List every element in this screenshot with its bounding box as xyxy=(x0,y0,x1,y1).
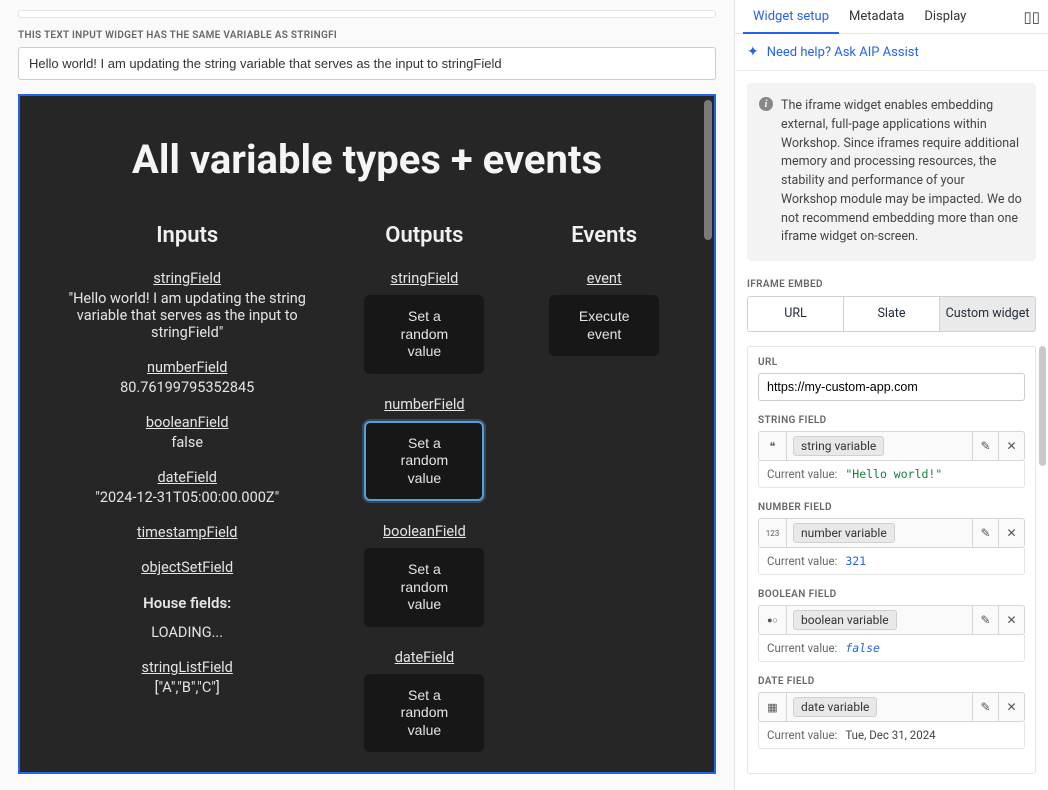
url-label: URL xyxy=(758,357,1025,368)
boolean-type-icon: ●○ xyxy=(759,606,787,634)
boolean-variable-chip[interactable]: boolean variable xyxy=(793,610,897,630)
collapsed-widget-bar xyxy=(18,10,716,18)
main-canvas: THIS TEXT INPUT WIDGET HAS THE SAME VARI… xyxy=(0,0,734,790)
edit-string-variable-button[interactable]: ✎ xyxy=(972,432,998,460)
input-stringlistfield: stringListField ["A","B","C"] xyxy=(56,659,318,696)
set-random-date-button[interactable]: Set a random value xyxy=(364,674,484,753)
date-variable-chip[interactable]: date variable xyxy=(793,697,877,717)
panel-body: i The iframe widget enables embedding ex… xyxy=(735,71,1048,790)
tab-display[interactable]: Display xyxy=(914,1,976,32)
docs-icon[interactable]: ▯▯ xyxy=(1023,8,1040,26)
output-booleanfield: booleanField Set a random value xyxy=(342,523,506,627)
input-booleanfield: booleanField false xyxy=(56,414,318,451)
outputs-column: Outputs stringField Set a random value n… xyxy=(342,223,506,772)
input-objectsetfield: objectSetField xyxy=(56,559,318,576)
number-type-icon: 123 xyxy=(759,519,787,547)
set-random-number-button[interactable]: Set a random value xyxy=(364,421,484,502)
boolean-current-value: Current value: false xyxy=(758,635,1025,662)
iframe-widget[interactable]: All variable types + events Inputs strin… xyxy=(18,94,716,774)
set-random-boolean-button[interactable]: Set a random value xyxy=(364,548,484,627)
boolean-variable-row: ●○ boolean variable ✎ ✕ xyxy=(758,605,1025,635)
iframe-scrollbar[interactable] xyxy=(704,100,712,240)
outputs-heading: Outputs xyxy=(342,223,506,248)
date-field-header: DATE FIELD xyxy=(758,676,1025,687)
input-stringfield: stringField "Hello world! I am updating … xyxy=(56,270,318,341)
edit-date-variable-button[interactable]: ✎ xyxy=(972,693,998,721)
date-type-icon: ▦ xyxy=(759,693,787,721)
aip-assist-link[interactable]: ✦ Need help? Ask AIP Assist xyxy=(735,34,1048,71)
aip-assist-label: Need help? Ask AIP Assist xyxy=(767,45,919,60)
set-random-string-button[interactable]: Set a random value xyxy=(364,295,484,374)
embed-tab-custom[interactable]: Custom widget xyxy=(940,297,1035,331)
edit-boolean-variable-button[interactable]: ✎ xyxy=(972,606,998,634)
number-variable-chip[interactable]: number variable xyxy=(793,523,895,543)
clear-boolean-variable-button[interactable]: ✕ xyxy=(998,606,1024,634)
house-loading: LOADING... xyxy=(56,624,318,641)
tab-metadata[interactable]: Metadata xyxy=(839,1,914,32)
url-input[interactable] xyxy=(758,373,1025,401)
date-variable-row: ▦ date variable ✎ ✕ xyxy=(758,692,1025,722)
info-icon: i xyxy=(759,97,773,111)
iframe-embed-header: IFRAME EMBED xyxy=(747,279,1036,290)
output-stringfield: stringField Set a random value xyxy=(342,270,506,374)
events-column: Events event Execute event xyxy=(530,223,678,772)
events-heading: Events xyxy=(530,223,678,248)
string-variable-row: ❝ string variable ✎ ✕ xyxy=(758,431,1025,461)
config-panel: URL STRING FIELD ❝ string variable ✎ ✕ C… xyxy=(747,346,1036,774)
number-variable-row: 123 number variable ✎ ✕ xyxy=(758,518,1025,548)
iframe-content: All variable types + events Inputs strin… xyxy=(20,96,714,772)
input-numberfield: numberField 80.76199795352845 xyxy=(56,359,318,396)
iframe-info-callout: i The iframe widget enables embedding ex… xyxy=(747,83,1036,261)
string-current-value: Current value: "Hello world!" xyxy=(758,461,1025,488)
config-scrollbar[interactable] xyxy=(1039,346,1046,466)
number-field-header: NUMBER FIELD xyxy=(758,502,1025,513)
clear-date-variable-button[interactable]: ✕ xyxy=(998,693,1024,721)
edit-number-variable-button[interactable]: ✎ xyxy=(972,519,998,547)
text-widget-label: THIS TEXT INPUT WIDGET HAS THE SAME VARI… xyxy=(18,30,716,41)
string-field-header: STRING FIELD xyxy=(758,415,1025,426)
clear-string-variable-button[interactable]: ✕ xyxy=(998,432,1024,460)
string-variable-chip[interactable]: string variable xyxy=(793,436,884,456)
inputs-column: Inputs stringField "Hello world! I am up… xyxy=(56,223,318,772)
boolean-field-header: BOOLEAN FIELD xyxy=(758,589,1025,600)
embed-type-tabs: URL Slate Custom widget xyxy=(747,296,1036,332)
panel-tabs: Widget setup Metadata Display ▯▯ xyxy=(735,0,1048,34)
inputs-heading: Inputs xyxy=(56,223,318,248)
tab-widget-setup[interactable]: Widget setup xyxy=(743,1,839,34)
event-block: event Execute event xyxy=(530,270,678,356)
house-fields-heading: House fields: xyxy=(56,594,318,612)
output-datefield: dateField Set a random value xyxy=(342,649,506,753)
side-panel: Widget setup Metadata Display ▯▯ ✦ Need … xyxy=(734,0,1048,790)
output-numberfield: numberField Set a random value xyxy=(342,396,506,502)
aip-sparkle-icon: ✦ xyxy=(747,44,759,60)
input-timestampfield: timestampField xyxy=(56,524,318,541)
date-current-value: Current value: Tue, Dec 31, 2024 xyxy=(758,722,1025,749)
input-datefield: dateField "2024-12-31T05:00:00.000Z" xyxy=(56,469,318,506)
iframe-title: All variable types + events xyxy=(56,136,678,183)
embed-tab-slate[interactable]: Slate xyxy=(844,297,940,331)
number-current-value: Current value: 321 xyxy=(758,548,1025,575)
embed-tab-url[interactable]: URL xyxy=(748,297,844,331)
string-type-icon: ❝ xyxy=(759,432,787,460)
clear-number-variable-button[interactable]: ✕ xyxy=(998,519,1024,547)
text-widget-input[interactable] xyxy=(18,47,716,80)
execute-event-button[interactable]: Execute event xyxy=(549,295,659,356)
